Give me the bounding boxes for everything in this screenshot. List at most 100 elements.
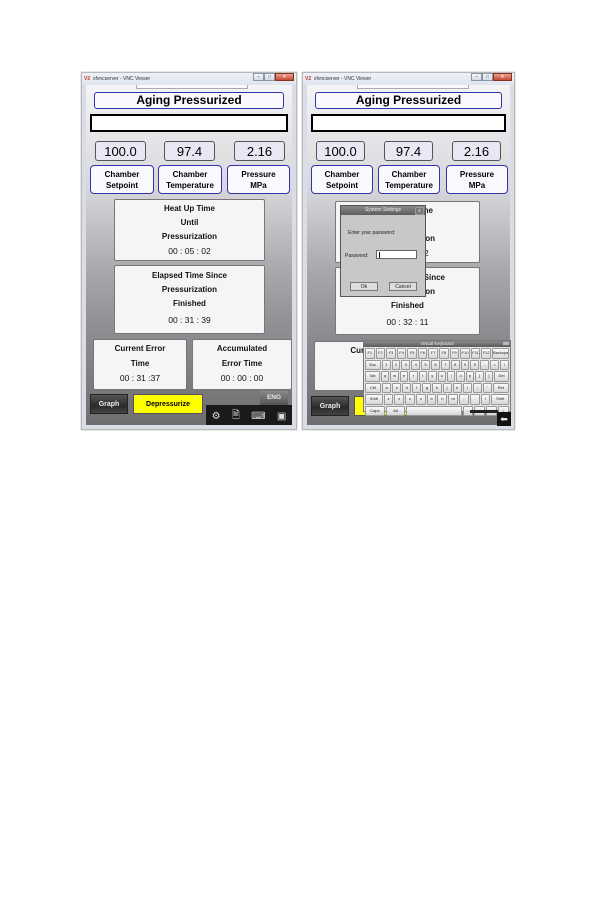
key-t[interactable]: t (418, 371, 428, 382)
key-f6[interactable]: F6 (417, 348, 428, 359)
top-tab-handle[interactable] (136, 85, 248, 89)
top-tab-handle[interactable] (357, 85, 469, 89)
keyboard-icon[interactable]: ⌨ (251, 411, 265, 422)
ok-button[interactable]: Ok (350, 282, 378, 291)
depressurize-button[interactable]: Depressurize (133, 394, 203, 414)
key-f9[interactable]: F9 (449, 348, 460, 359)
key-shift[interactable]: Shift (491, 394, 509, 405)
save-icon[interactable]: ▣ (277, 411, 286, 422)
pressure-label[interactable]: Pressure MPa (227, 165, 290, 194)
key-f8[interactable]: F8 (439, 348, 449, 359)
maximize-button[interactable]: □ (264, 73, 275, 81)
key-i[interactable]: i (446, 371, 456, 382)
key-symbol[interactable]: \ (500, 359, 509, 370)
key-k[interactable]: k (452, 382, 462, 393)
key-d[interactable]: d (402, 382, 412, 393)
key-o[interactable]: o (456, 371, 465, 382)
keyboard-title-bar[interactable]: Virtual Keyboard (364, 341, 510, 347)
key-c[interactable]: c (405, 394, 415, 405)
pressure-label[interactable]: Pressure MPa (446, 165, 508, 194)
key-8[interactable]: 8 (450, 359, 460, 370)
key-f11[interactable]: F11 (470, 348, 481, 359)
key-e[interactable]: e (399, 371, 409, 382)
key-m[interactable]: m (448, 394, 459, 405)
gear-icon[interactable]: ⚙ (212, 411, 221, 422)
graph-button[interactable]: Graph (90, 394, 128, 414)
keyboard-minimize-button[interactable] (503, 342, 509, 345)
key-f7[interactable]: F7 (428, 348, 439, 359)
key-z[interactable]: z (383, 394, 394, 405)
key-9[interactable]: 9 (460, 359, 470, 370)
key-symbol[interactable]: , (459, 394, 469, 405)
key-symbol[interactable]: ] (484, 371, 494, 382)
key-alt[interactable]: Alt (385, 405, 406, 416)
key-2[interactable]: 2 (391, 359, 401, 370)
key-q[interactable]: q (380, 371, 390, 382)
key-u[interactable]: u (437, 371, 446, 382)
key-6[interactable]: 6 (431, 359, 440, 370)
setpoint-value[interactable]: 100.0 (316, 141, 365, 161)
key-f4[interactable]: F4 (396, 348, 407, 359)
setpoint-label[interactable]: Chamber Setpoint (90, 165, 154, 194)
graph-button[interactable]: Graph (311, 396, 349, 416)
key-symbol[interactable]: ' (482, 382, 492, 393)
key-1[interactable]: 1 (381, 359, 391, 370)
key-j[interactable]: j (442, 382, 452, 393)
setpoint-value[interactable]: 100.0 (95, 141, 146, 161)
key-tab[interactable]: Tab (365, 371, 380, 382)
key-4[interactable]: 4 (411, 359, 421, 370)
title-bar[interactable]: V2 xfvncserver - VNC Viewer – □ ✕ (82, 73, 296, 85)
key-g[interactable]: g (422, 382, 432, 393)
key-n[interactable]: n (437, 394, 448, 405)
minimize-button[interactable]: – (253, 73, 264, 81)
cancel-button[interactable]: Cancel (389, 282, 417, 291)
key-f[interactable]: f (412, 382, 422, 393)
key-7[interactable]: 7 (440, 359, 450, 370)
title-bar[interactable]: V2 xfvncserver - VNC Viewer – □ ✕ (303, 73, 514, 85)
key-del[interactable]: Del (494, 371, 509, 382)
key-space[interactable] (406, 405, 462, 416)
close-button[interactable]: ✕ (493, 73, 512, 81)
key-backspace[interactable]: Backspace (491, 348, 510, 359)
key-f1[interactable]: F1 (365, 348, 375, 359)
dialog-title-bar[interactable]: System Settings x (341, 206, 425, 215)
key-ctrl[interactable]: Ctrl (365, 382, 382, 393)
key-symbol[interactable]: . (469, 394, 480, 405)
key-f5[interactable]: F5 (407, 348, 417, 359)
temperature-label[interactable]: Chamber Temperature (158, 165, 222, 194)
dialog-close-button[interactable]: x (415, 207, 424, 215)
key-5[interactable]: 5 (421, 359, 431, 370)
key-y[interactable]: y (428, 371, 437, 382)
language-button[interactable]: ENG (260, 391, 288, 405)
key-symbol[interactable]: ; (472, 382, 482, 393)
key-s[interactable]: s (392, 382, 402, 393)
key-b[interactable]: b (426, 394, 437, 405)
key-x[interactable]: x (394, 394, 405, 405)
key-f2[interactable]: F2 (375, 348, 386, 359)
key-symbol[interactable]: [ (475, 371, 484, 382)
key-a[interactable]: a (382, 382, 392, 393)
setpoint-label[interactable]: Chamber Setpoint (311, 165, 373, 194)
maximize-button[interactable]: □ (482, 73, 493, 81)
temperature-label[interactable]: Chamber Temperature (378, 165, 440, 194)
key-f10[interactable]: F10 (460, 348, 470, 359)
key-f3[interactable]: F3 (386, 348, 396, 359)
scroll-handle[interactable] (470, 410, 498, 413)
key-p[interactable]: p (465, 371, 475, 382)
key-esc[interactable]: Esc (365, 359, 381, 370)
key-f12[interactable]: F12 (481, 348, 491, 359)
key-r[interactable]: r (409, 371, 418, 382)
password-input[interactable] (376, 250, 417, 259)
close-button[interactable]: ✕ (275, 73, 294, 81)
key-h[interactable]: h (432, 382, 442, 393)
back-arrow-icon[interactable]: ⬅ (497, 412, 511, 426)
key-ret[interactable]: Ret (492, 382, 509, 393)
key-w[interactable]: w (390, 371, 399, 382)
key-caps[interactable]: Caps (365, 405, 385, 416)
key-shift[interactable]: Shift (365, 394, 383, 405)
key-l[interactable]: l (462, 382, 472, 393)
key-0[interactable]: 0 (470, 359, 480, 370)
key-3[interactable]: 3 (401, 359, 411, 370)
document-info-icon[interactable]: 🗎 (232, 408, 240, 425)
key-symbol[interactable]: - (480, 359, 490, 370)
